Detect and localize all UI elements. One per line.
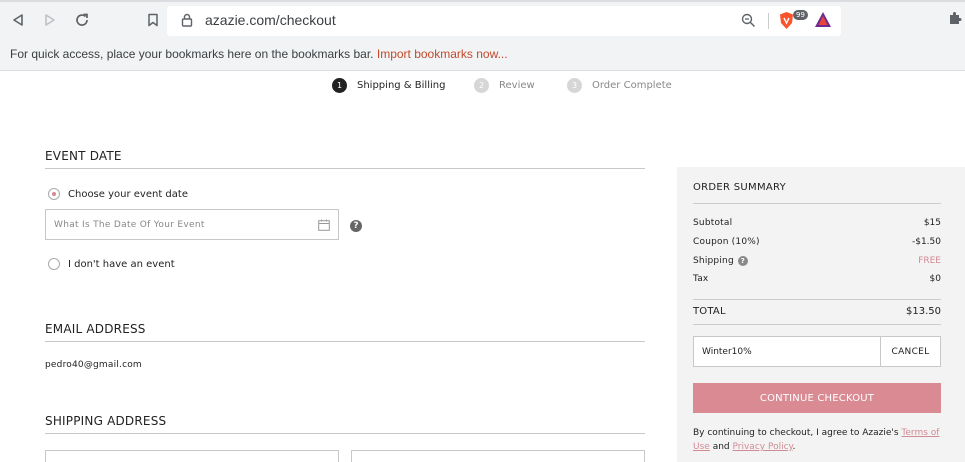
total-value: $13.50 (906, 306, 941, 317)
step-label: Order Complete (592, 80, 672, 91)
extension-badge: 99 (793, 10, 808, 20)
event-date-input[interactable]: What Is The Date Of Your Event (45, 209, 339, 240)
first-name-input[interactable] (45, 450, 339, 462)
step-review: 2 Review (474, 78, 535, 93)
subtotal-label: Subtotal (693, 218, 733, 228)
bookmarks-message-text: For quick access, place your bookmarks h… (10, 47, 374, 61)
choose-event-date-label[interactable]: Choose your event date (68, 189, 188, 200)
shipping-label-wrap: Shipping? (693, 256, 748, 266)
forward-button[interactable] (39, 9, 61, 31)
subtotal-value: $15 (923, 218, 941, 228)
summary-divider (693, 299, 941, 300)
coupon-code-value[interactable]: Winter10% (702, 347, 752, 357)
coupon-value: -$1.50 (911, 237, 941, 247)
coupon-code-input[interactable]: Winter10% CANCEL (693, 336, 941, 367)
bookmarks-bar: For quick access, place your bookmarks h… (0, 40, 965, 71)
terms-suffix: . (792, 442, 796, 452)
summary-divider (693, 203, 941, 204)
omnibox-divider (768, 13, 769, 29)
tab-strip-edge (0, 0, 965, 2)
coupon-label: Coupon (10%) (693, 237, 760, 247)
back-icon (13, 14, 23, 26)
forward-icon (45, 14, 55, 26)
terms-and: and (712, 442, 730, 452)
shipping-value: FREE (918, 256, 941, 266)
step-label: Shipping & Billing (357, 80, 446, 91)
section-divider (45, 168, 645, 169)
step-number: 3 (567, 78, 582, 93)
prism-extension-icon[interactable] (814, 11, 832, 28)
step-label: Review (499, 80, 535, 91)
terms-notice: By continuing to checkout, I agree to Az… (693, 426, 947, 454)
shipping-address-title: SHIPPING ADDRESS (45, 414, 167, 428)
step-shipping-billing: 1 Shipping & Billing (332, 78, 445, 93)
no-event-label[interactable]: I don't have an event (68, 259, 175, 270)
last-name-input[interactable] (351, 450, 645, 462)
order-summary-panel: ORDER SUMMARY Subtotal $15 Coupon (10%) … (677, 167, 965, 462)
email-value: pedro40@gmail.com (45, 360, 142, 370)
import-bookmarks-link[interactable]: Import bookmarks now... (377, 47, 508, 61)
calendar-icon[interactable] (318, 219, 330, 231)
terms-prefix: By continuing to checkout, I agree to Az… (693, 428, 899, 438)
url-text[interactable]: azazie.com/checkout (205, 12, 336, 28)
bookmark-icon (148, 13, 158, 27)
email-address-title: EMAIL ADDRESS (45, 322, 146, 336)
no-event-radio[interactable] (48, 258, 60, 270)
reload-icon (76, 13, 88, 26)
event-date-placeholder: What Is The Date Of Your Event (54, 220, 205, 230)
total-label: TOTAL (693, 306, 726, 317)
privacy-policy-link[interactable]: Privacy Policy (733, 442, 793, 452)
address-bar[interactable]: azazie.com/checkout 99 (167, 6, 841, 36)
cancel-coupon-button[interactable]: CANCEL (880, 337, 940, 366)
step-order-complete: 3 Order Complete (567, 78, 672, 93)
extensions-puzzle-icon[interactable] (948, 11, 962, 25)
browser-toolbar: azazie.com/checkout 99 (0, 0, 965, 40)
lock-icon (181, 13, 193, 27)
bookmark-page-button[interactable] (142, 9, 164, 31)
order-summary-title: ORDER SUMMARY (693, 182, 787, 193)
shipping-label: Shipping (693, 256, 734, 266)
event-date-title: EVENT DATE (45, 149, 122, 163)
choose-event-date-radio[interactable] (48, 188, 60, 200)
reload-button[interactable] (71, 9, 93, 31)
step-number: 1 (332, 78, 347, 93)
bookmarks-message: For quick access, place your bookmarks h… (10, 47, 508, 61)
step-number: 2 (474, 78, 489, 93)
checkout-steps: 1 Shipping & Billing 2 Review 3 Order Co… (0, 78, 965, 94)
section-divider (45, 341, 645, 342)
summary-divider (693, 324, 941, 325)
zoom-icon[interactable] (741, 13, 756, 28)
tax-value: $0 (929, 274, 941, 284)
back-button[interactable] (7, 9, 29, 31)
continue-checkout-button[interactable]: CONTINUE CHECKOUT (693, 383, 941, 413)
tax-label: Tax (693, 274, 709, 284)
event-date-help-icon[interactable]: ? (350, 220, 362, 232)
section-divider (45, 433, 645, 434)
shipping-help-icon[interactable]: ? (737, 256, 748, 266)
